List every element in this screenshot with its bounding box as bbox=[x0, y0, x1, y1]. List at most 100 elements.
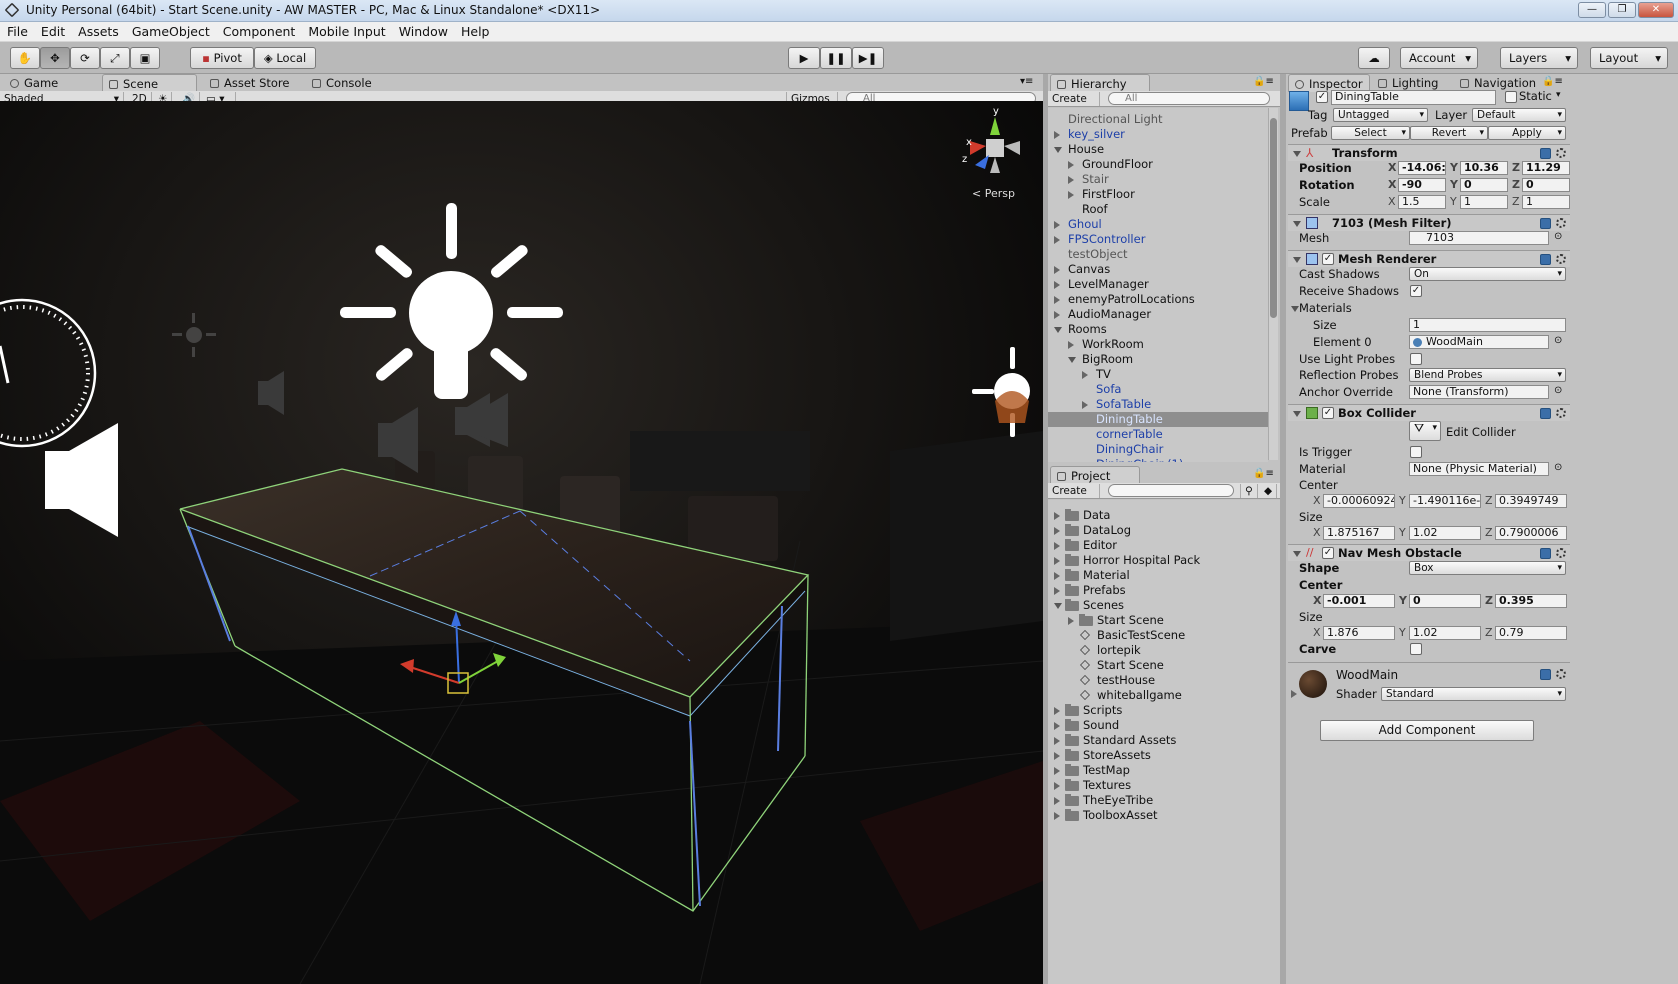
prefab-select-button[interactable]: Select bbox=[1331, 126, 1410, 140]
hierarchy-item[interactable]: cornerTable bbox=[1048, 427, 1268, 442]
collider-size-z-field[interactable]: 0.7900006 bbox=[1495, 526, 1567, 540]
project-item[interactable]: Editor bbox=[1048, 538, 1280, 553]
object-picker-icon[interactable]: ⊙ bbox=[1554, 462, 1562, 473]
scale-z-field[interactable]: 1 bbox=[1522, 195, 1570, 209]
add-component-button[interactable]: Add Component bbox=[1320, 720, 1534, 741]
mesh-renderer-enabled-checkbox[interactable]: ✓ bbox=[1322, 253, 1334, 265]
collapsed-arrow-icon[interactable] bbox=[1054, 767, 1060, 775]
collider-center-y-field[interactable]: -1.490116e- bbox=[1409, 494, 1481, 508]
scale-x-field[interactable]: 1.5 bbox=[1398, 195, 1446, 209]
hierarchy-item[interactable]: BigRoom bbox=[1048, 352, 1268, 367]
collapsed-arrow-icon[interactable] bbox=[1054, 542, 1060, 550]
project-item[interactable]: Material bbox=[1048, 568, 1280, 583]
collider-material-field[interactable]: None (Physic Material) bbox=[1409, 462, 1549, 476]
project-item[interactable]: BasicTestScene bbox=[1048, 628, 1280, 643]
panel-menu-icon[interactable]: ▾≡ bbox=[1020, 76, 1033, 87]
help-book-icon[interactable] bbox=[1540, 148, 1551, 159]
rotation-z-field[interactable]: 0 bbox=[1522, 178, 1570, 192]
collapsed-arrow-icon[interactable] bbox=[1054, 707, 1060, 715]
project-item[interactable]: DataLog bbox=[1048, 523, 1280, 538]
collapsed-arrow-icon[interactable] bbox=[1068, 191, 1074, 199]
materials-expand-arrow-icon[interactable] bbox=[1291, 306, 1299, 312]
nav-obstacle-enabled-checkbox[interactable]: ✓ bbox=[1322, 547, 1334, 559]
menu-gameobject[interactable]: GameObject bbox=[125, 22, 216, 39]
pivot-toggle[interactable]: ▪ Pivot bbox=[190, 47, 254, 69]
project-item[interactable]: Start Scene bbox=[1048, 613, 1280, 628]
nav-center-x-field[interactable]: -0.001 bbox=[1323, 594, 1395, 608]
hierarchy-item[interactable]: Directional Light bbox=[1048, 112, 1268, 127]
hierarchy-item[interactable]: Canvas bbox=[1048, 262, 1268, 277]
object-name-field[interactable]: DiningTable bbox=[1331, 90, 1496, 105]
hierarchy-item[interactable]: DiningTable bbox=[1048, 412, 1268, 427]
nav-size-y-field[interactable]: 1.02 bbox=[1409, 626, 1481, 640]
collapsed-arrow-icon[interactable] bbox=[1054, 221, 1060, 229]
nav-size-x-field[interactable]: 1.876 bbox=[1323, 626, 1395, 640]
menu-edit[interactable]: Edit bbox=[34, 22, 71, 39]
hierarchy-item[interactable]: Stair bbox=[1048, 172, 1268, 187]
collapsed-arrow-icon[interactable] bbox=[1054, 812, 1060, 820]
gear-icon[interactable] bbox=[1556, 408, 1566, 418]
hierarchy-scroll-thumb[interactable] bbox=[1270, 118, 1277, 318]
project-item[interactable]: Start Scene bbox=[1048, 658, 1280, 673]
filter-by-type-icon[interactable]: ⚲ bbox=[1240, 484, 1258, 498]
anchor-override-field[interactable]: None (Transform) bbox=[1409, 385, 1549, 399]
perspective-label[interactable]: < Persp bbox=[972, 187, 1015, 200]
project-item[interactable]: Horror Hospital Pack bbox=[1048, 553, 1280, 568]
collider-size-x-field[interactable]: 1.875167 bbox=[1323, 526, 1395, 540]
element0-field[interactable]: WoodMain bbox=[1409, 335, 1549, 349]
receive-shadows-checkbox[interactable]: ✓ bbox=[1410, 285, 1422, 297]
mesh-field[interactable]: 7103 bbox=[1409, 231, 1549, 245]
shape-dropdown[interactable]: Box bbox=[1409, 561, 1566, 575]
project-item[interactable]: Scenes bbox=[1048, 598, 1280, 613]
tab-project[interactable]: Project bbox=[1050, 466, 1140, 484]
edit-collider-button[interactable]: ⛛ bbox=[1409, 421, 1441, 441]
nav-center-z-field[interactable]: 0.395 bbox=[1495, 594, 1567, 608]
hierarchy-item[interactable]: GroundFloor bbox=[1048, 157, 1268, 172]
minimize-button[interactable]: — bbox=[1578, 2, 1606, 18]
filter-by-label-icon[interactable]: ◆ bbox=[1260, 484, 1278, 498]
collapsed-arrow-icon[interactable] bbox=[1054, 722, 1060, 730]
menu-component[interactable]: Component bbox=[216, 22, 302, 39]
project-item[interactable]: Standard Assets bbox=[1048, 733, 1280, 748]
material-expand-arrow-icon[interactable] bbox=[1291, 690, 1297, 698]
collapsed-arrow-icon[interactable] bbox=[1082, 371, 1088, 379]
collapsed-arrow-icon[interactable] bbox=[1054, 266, 1060, 274]
hierarchy-item[interactable]: AudioManager bbox=[1048, 307, 1268, 322]
rotate-tool-button[interactable]: ⟳ bbox=[70, 47, 100, 69]
cast-shadows-dropdown[interactable]: On bbox=[1409, 267, 1566, 281]
layout-dropdown[interactable]: Layout ▾ bbox=[1590, 47, 1668, 69]
carve-checkbox[interactable] bbox=[1410, 643, 1422, 655]
nav-size-z-field[interactable]: 0.79 bbox=[1495, 626, 1567, 640]
position-y-field[interactable]: 10.36 bbox=[1460, 161, 1508, 175]
collapsed-arrow-icon[interactable] bbox=[1054, 311, 1060, 319]
hierarchy-item[interactable]: SofaTable bbox=[1048, 397, 1268, 412]
tab-hierarchy[interactable]: Hierarchy bbox=[1050, 74, 1150, 92]
gear-icon[interactable] bbox=[1556, 148, 1566, 158]
project-item[interactable]: Textures bbox=[1048, 778, 1280, 793]
hierarchy-item[interactable]: Sofa bbox=[1048, 382, 1268, 397]
scale-tool-button[interactable]: ⤢ bbox=[100, 47, 130, 69]
pause-button[interactable]: ❚❚ bbox=[820, 47, 852, 69]
hierarchy-item[interactable]: Ghoul bbox=[1048, 217, 1268, 232]
collapsed-arrow-icon[interactable] bbox=[1054, 572, 1060, 580]
collapsed-arrow-icon[interactable] bbox=[1068, 617, 1074, 625]
project-item[interactable]: TestMap bbox=[1048, 763, 1280, 778]
object-picker-icon[interactable]: ⊙ bbox=[1554, 385, 1562, 396]
object-picker-icon[interactable]: ⊙ bbox=[1554, 335, 1562, 346]
tab-game[interactable]: Game bbox=[4, 74, 94, 92]
mesh-filter-header[interactable]: 7103 (Mesh Filter) bbox=[1288, 214, 1570, 231]
collapsed-arrow-icon[interactable] bbox=[1068, 176, 1074, 184]
position-z-field[interactable]: 11.29 bbox=[1522, 161, 1570, 175]
hierarchy-item[interactable]: WorkRoom bbox=[1048, 337, 1268, 352]
rotation-x-field[interactable]: -90 bbox=[1398, 178, 1446, 192]
hierarchy-item[interactable]: FirstFloor bbox=[1048, 187, 1268, 202]
object-picker-icon[interactable]: ⊙ bbox=[1554, 231, 1562, 242]
expanded-arrow-icon[interactable] bbox=[1054, 603, 1062, 609]
collapsed-arrow-icon[interactable] bbox=[1054, 236, 1060, 244]
help-book-icon[interactable] bbox=[1540, 408, 1551, 419]
scene-viewport[interactable]: y x z < Persp bbox=[0, 101, 1043, 984]
collapsed-arrow-icon[interactable] bbox=[1068, 341, 1074, 349]
hierarchy-scrollbar[interactable] bbox=[1268, 108, 1278, 460]
position-x-field[interactable]: -14.06: bbox=[1398, 161, 1446, 175]
project-item[interactable]: TheEyeTribe bbox=[1048, 793, 1280, 808]
